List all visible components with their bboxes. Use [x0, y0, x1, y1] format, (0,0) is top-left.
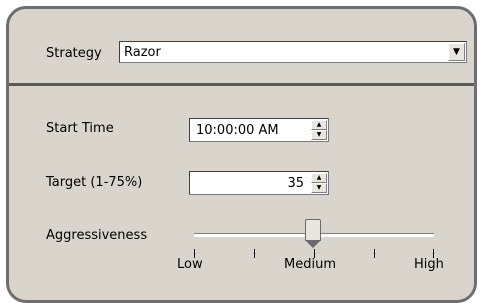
- slider-thumb-point: [305, 240, 321, 248]
- target-spinner[interactable]: 35 ▲ ▼: [189, 171, 329, 195]
- strategy-value: Razor: [124, 45, 161, 60]
- start-time-spin-buttons: ▲ ▼: [311, 120, 327, 140]
- slider-thumb[interactable]: [305, 219, 321, 241]
- arrow-down-icon[interactable]: ▼: [311, 183, 327, 193]
- arrow-up-icon[interactable]: ▲: [311, 120, 327, 130]
- start-time-value: 10:00:00 AM: [196, 123, 279, 138]
- slider-tick: [374, 249, 375, 258]
- target-spin-buttons: ▲ ▼: [311, 173, 327, 193]
- arrow-down-icon[interactable]: ▼: [311, 130, 327, 140]
- aggressiveness-label: Aggressiveness: [46, 228, 148, 243]
- slider-medium-label: Medium: [284, 257, 336, 272]
- chevron-down-icon[interactable]: ▼: [448, 43, 465, 61]
- target-value: 35: [287, 176, 304, 191]
- strategy-label: Strategy: [46, 46, 102, 61]
- strategy-settings-panel: Strategy Razor ▼ Start Time 10:00:00 AM …: [6, 6, 477, 303]
- slider-tick: [254, 249, 255, 258]
- target-label: Target (1-75%): [46, 175, 143, 190]
- divider: [9, 83, 474, 86]
- slider-high-label: High: [414, 257, 444, 272]
- aggressiveness-slider[interactable]: [194, 219, 434, 259]
- strategy-dropdown[interactable]: Razor ▼: [119, 41, 467, 63]
- slider-low-label: Low: [177, 257, 203, 272]
- start-time-spinner[interactable]: 10:00:00 AM ▲ ▼: [189, 118, 329, 142]
- arrow-up-icon[interactable]: ▲: [311, 173, 327, 183]
- start-time-label: Start Time: [46, 121, 114, 136]
